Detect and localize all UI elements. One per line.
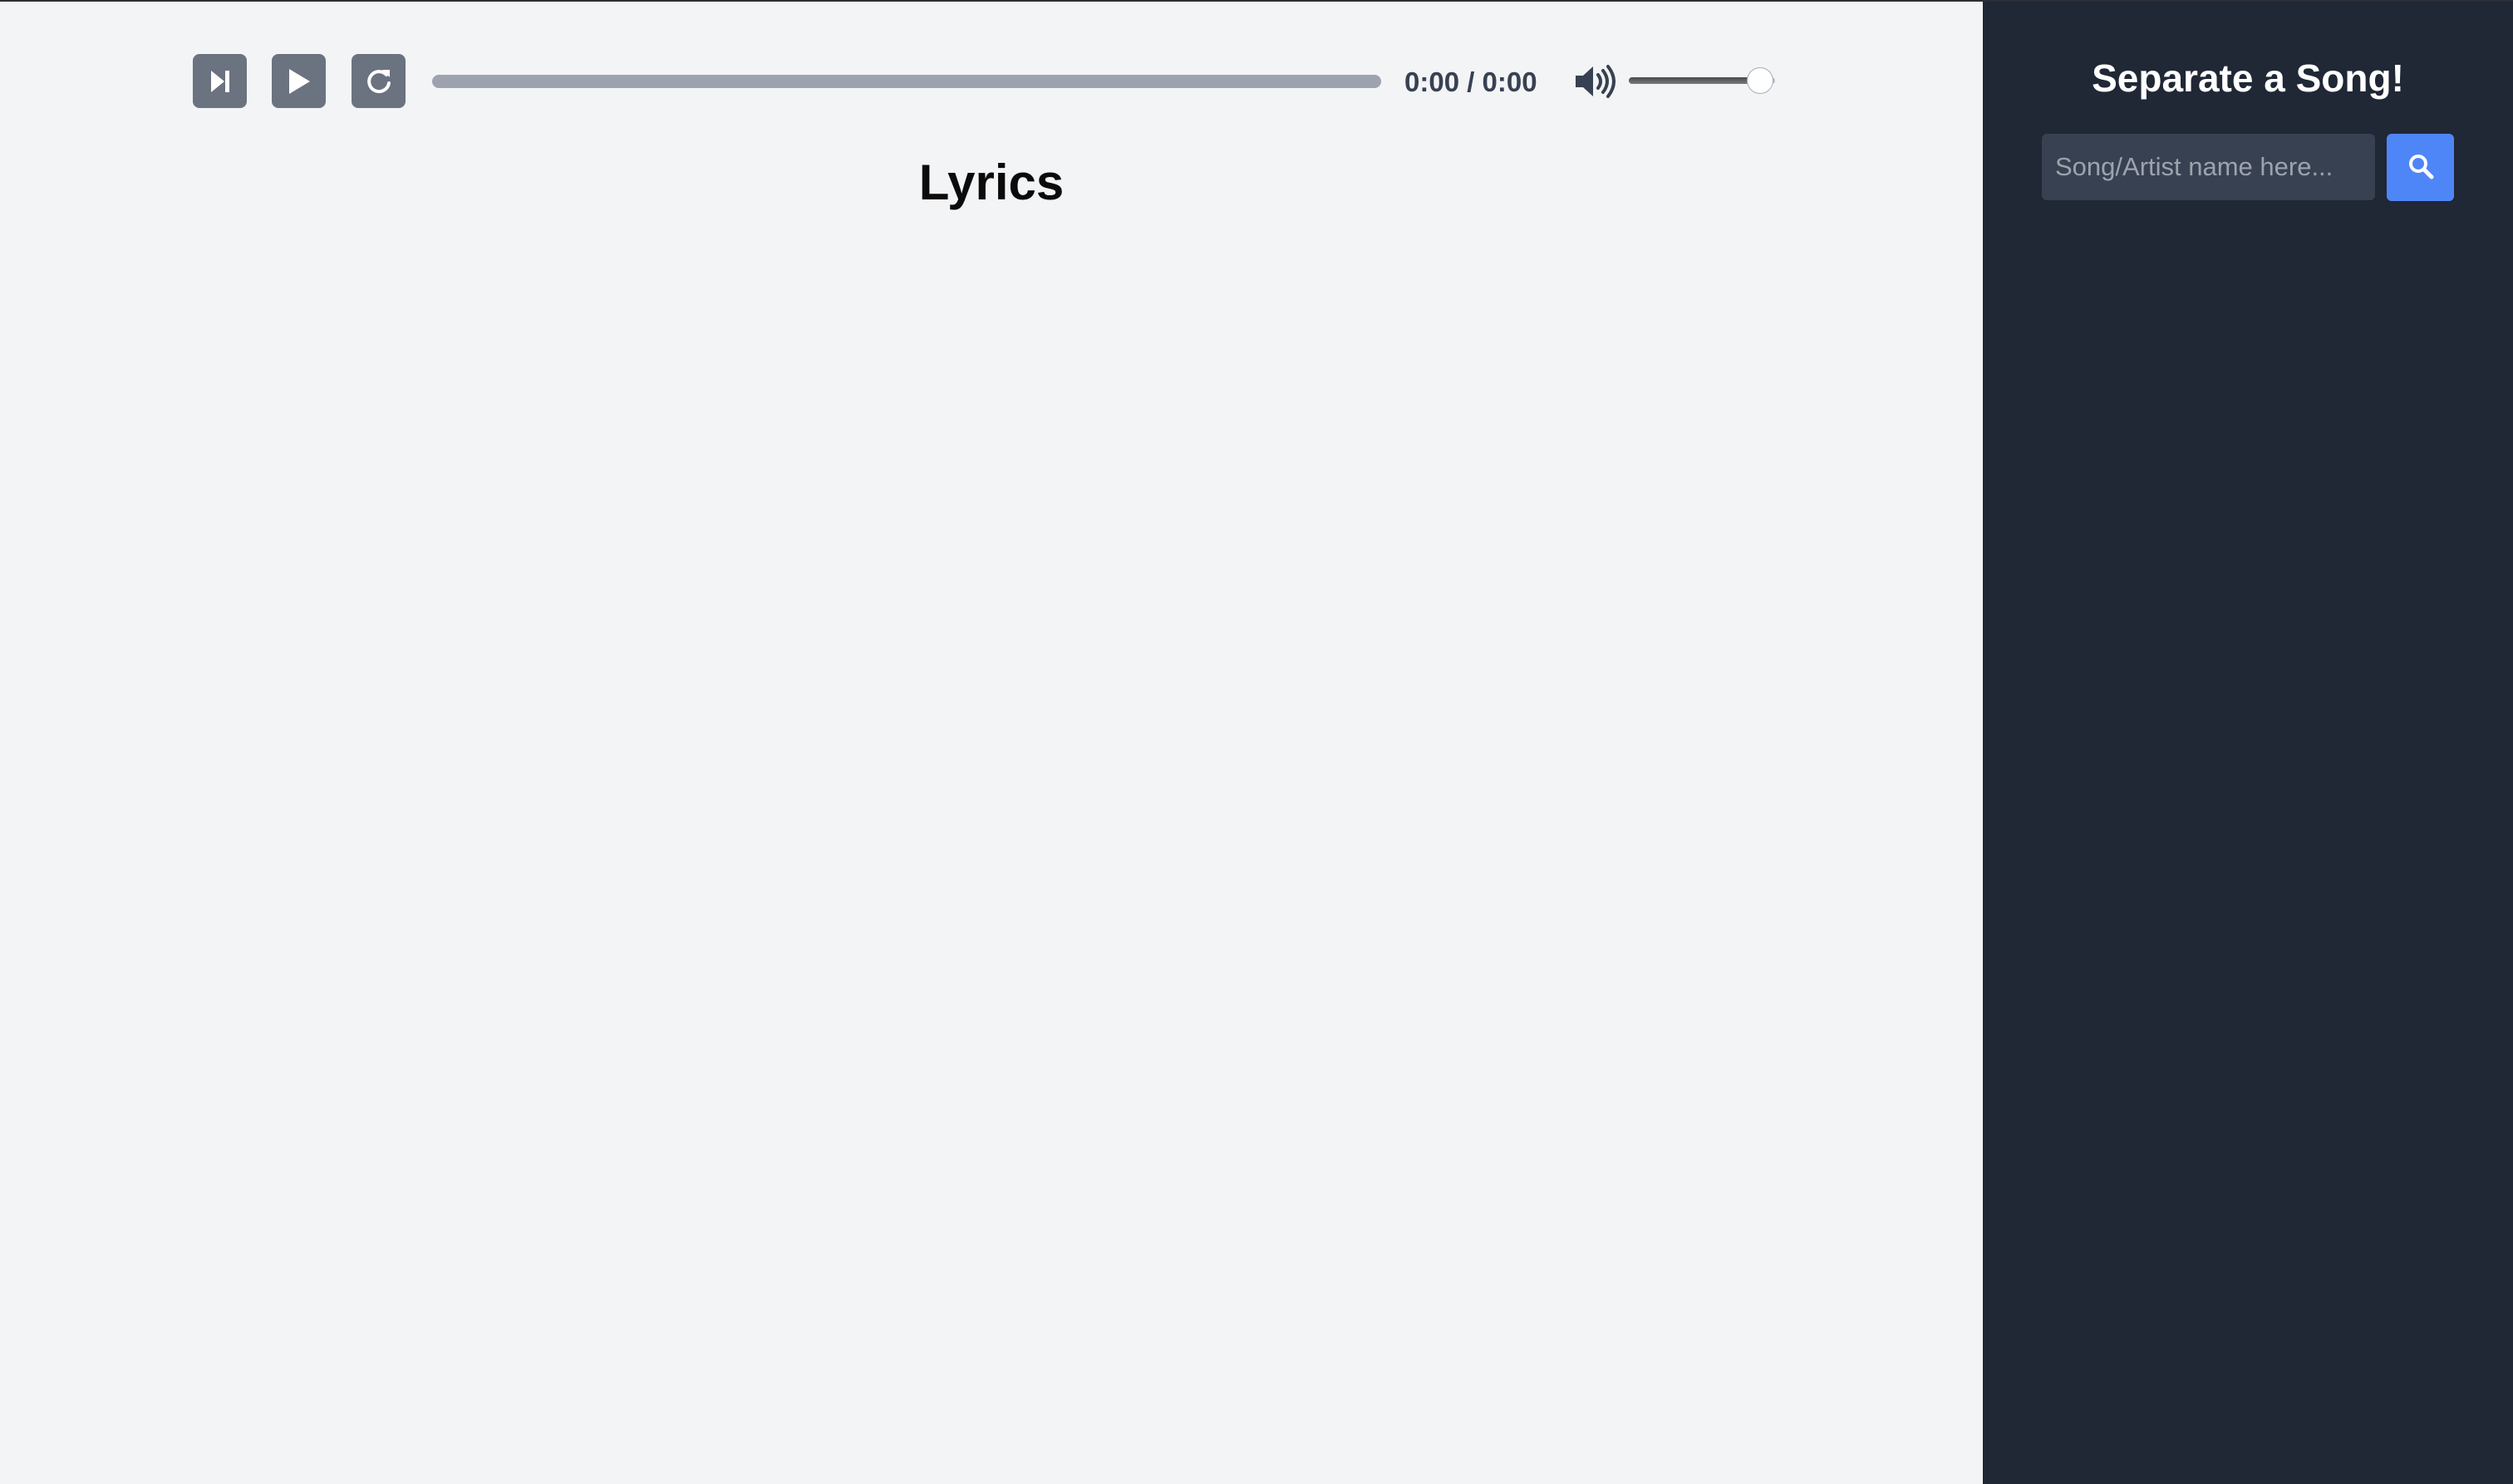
search-input[interactable] bbox=[2042, 134, 2375, 200]
sidebar: Separate a Song! bbox=[1983, 2, 2513, 1484]
audio-player: 0:00 / 0:00 bbox=[193, 54, 1790, 109]
search-icon bbox=[2407, 153, 2434, 182]
time-display: 0:00 / 0:00 bbox=[1404, 66, 1537, 97]
volume-icon[interactable] bbox=[1574, 64, 1617, 99]
progress-bar[interactable] bbox=[432, 75, 1381, 88]
play-icon bbox=[287, 68, 312, 95]
reload-button[interactable] bbox=[352, 54, 406, 108]
search-button[interactable] bbox=[2387, 134, 2454, 201]
play-button[interactable] bbox=[272, 54, 326, 108]
lyrics-title: Lyrics bbox=[918, 155, 1065, 210]
volume-fill bbox=[1629, 77, 1761, 84]
volume-thumb[interactable] bbox=[1747, 67, 1774, 94]
reload-icon bbox=[365, 67, 393, 96]
main-panel: 0:00 / 0:00 Lyrics bbox=[0, 2, 1983, 1484]
volume-slider[interactable] bbox=[1629, 67, 1775, 94]
skip-button[interactable] bbox=[193, 54, 247, 108]
skip-forward-icon bbox=[209, 69, 232, 94]
sidebar-title: Separate a Song! bbox=[2092, 57, 2404, 100]
